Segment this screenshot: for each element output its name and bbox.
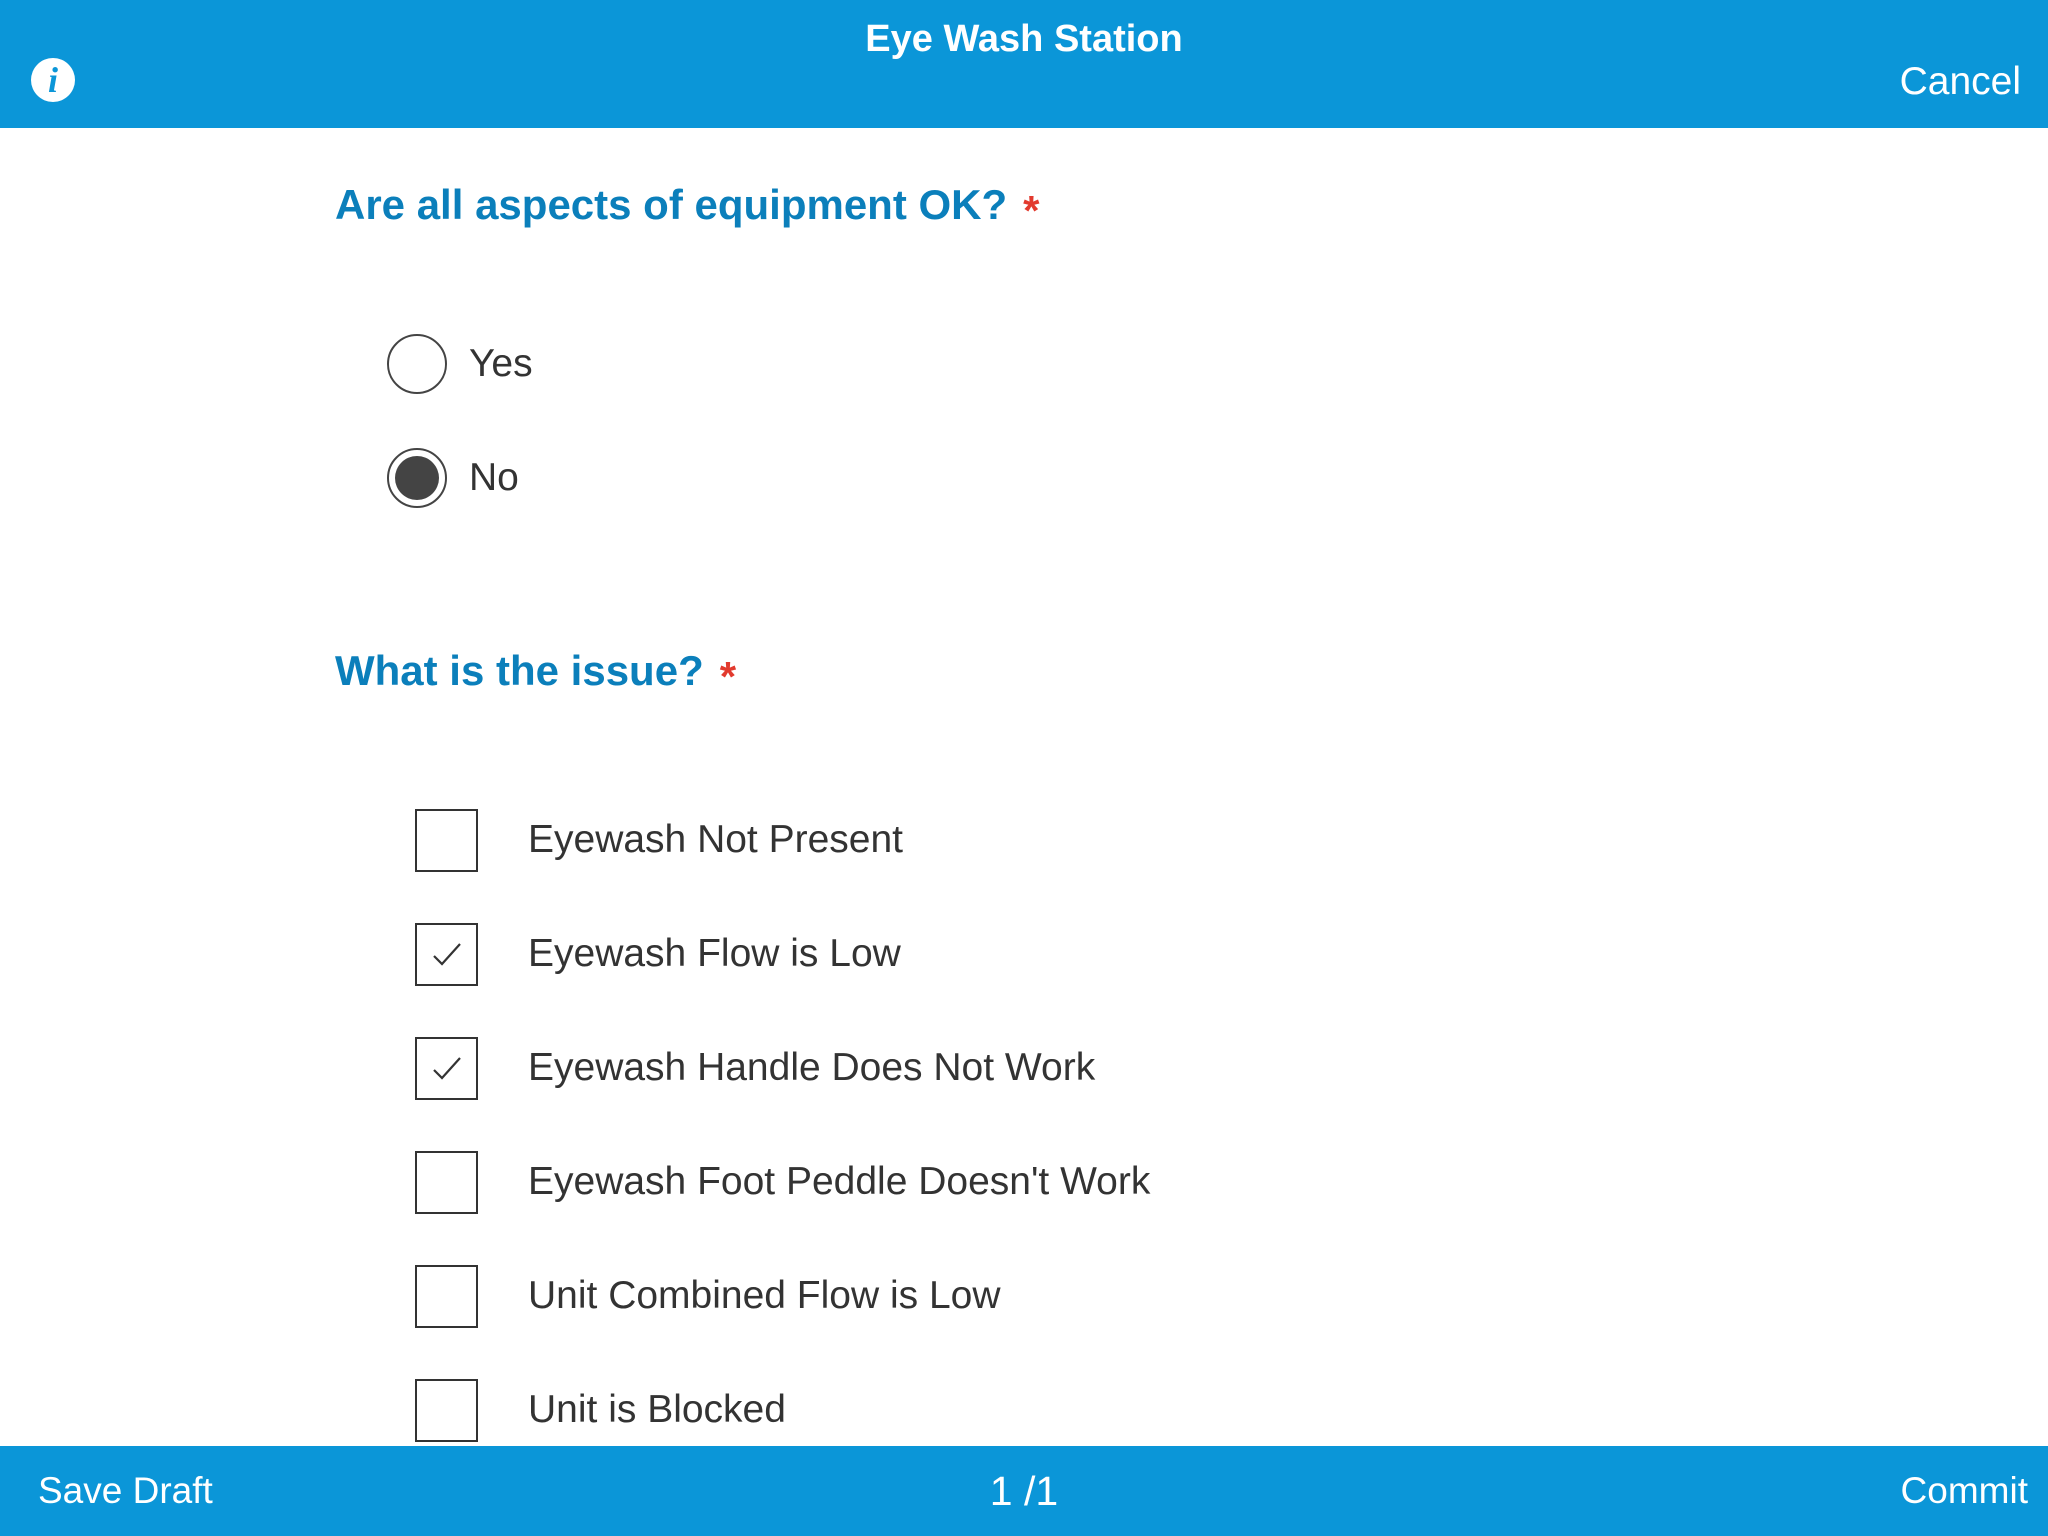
checkbox-label: Eyewash Handle Does Not Work <box>528 1046 1096 1089</box>
checkbox-option-foot-peddle[interactable]: Eyewash Foot Peddle Doesn't Work <box>415 1150 1150 1214</box>
checkbox-label: Eyewash Flow is Low <box>528 932 901 975</box>
checkbox-label: Eyewash Not Present <box>528 818 904 861</box>
checkbox-label: Unit is Blocked <box>528 1388 786 1431</box>
radio-option-no[interactable]: No <box>387 446 519 510</box>
page-indicator: 1 /1 <box>989 1468 1059 1514</box>
radio-label-no: No <box>469 456 519 499</box>
checkmark-icon <box>433 942 461 966</box>
commit-button[interactable]: Commit <box>1901 1470 2028 1512</box>
checkbox[interactable] <box>415 1036 478 1100</box>
checkbox-option-combined-flow-low[interactable]: Unit Combined Flow is Low <box>415 1264 1001 1328</box>
checkbox-label: Eyewash Foot Peddle Doesn't Work <box>528 1160 1151 1203</box>
checkbox[interactable] <box>415 808 478 872</box>
radio-option-yes[interactable]: Yes <box>387 332 533 396</box>
checkbox-option-unit-blocked[interactable]: Unit is Blocked <box>415 1378 786 1442</box>
header-bar: i Eye Wash Station Cancel <box>0 0 2048 128</box>
question-equipment-ok-label: Are all aspects of equipment OK? * <box>335 181 1040 235</box>
cancel-button[interactable]: Cancel <box>1900 60 2021 104</box>
checkbox-option-eyewash-not-present[interactable]: Eyewash Not Present <box>415 808 903 872</box>
info-icon[interactable]: i <box>31 58 75 102</box>
radio-button-no[interactable] <box>387 448 447 508</box>
app-root: i Eye Wash Station Cancel Are all aspect… <box>0 0 2048 1536</box>
radio-label-yes: Yes <box>469 342 533 385</box>
checkbox-label: Unit Combined Flow is Low <box>528 1274 1001 1317</box>
checkmark-icon <box>433 1056 461 1080</box>
checkbox[interactable] <box>415 1378 478 1442</box>
footer-bar: Save Draft 1 /1 Commit <box>0 1446 2048 1536</box>
checkbox[interactable] <box>415 1150 478 1214</box>
question-issue-label: What is the issue? * <box>335 647 736 701</box>
question-text: What is the issue? <box>335 647 704 694</box>
checkbox[interactable] <box>415 1264 478 1328</box>
checkbox[interactable] <box>415 922 478 986</box>
form-content[interactable]: Are all aspects of equipment OK? * Yes No… <box>0 128 2048 1446</box>
page-title: Eye Wash Station <box>865 18 1183 60</box>
radio-button-yes[interactable] <box>387 334 447 394</box>
checkbox-option-eyewash-handle[interactable]: Eyewash Handle Does Not Work <box>415 1036 1095 1100</box>
checkbox-option-eyewash-flow-low[interactable]: Eyewash Flow is Low <box>415 922 901 986</box>
required-asterisk: * <box>719 653 737 700</box>
required-asterisk: * <box>1023 187 1040 234</box>
question-text: Are all aspects of equipment OK? <box>335 181 1008 228</box>
